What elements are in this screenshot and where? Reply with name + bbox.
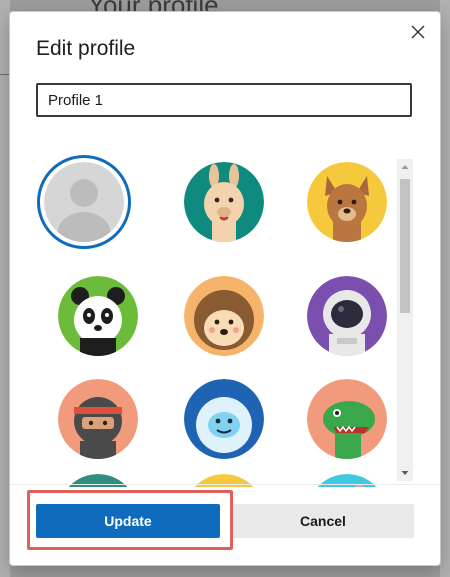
profile-name-input[interactable]: [36, 83, 412, 117]
background-panel-right: [440, 0, 450, 577]
avatar-panda[interactable]: [58, 276, 138, 356]
avatar-default-person[interactable]: [44, 162, 124, 242]
scrollbar-thumb[interactable]: [400, 179, 410, 313]
scroll-up-button[interactable]: [397, 159, 413, 175]
footer-divider: [10, 484, 440, 485]
cancel-button[interactable]: Cancel: [232, 504, 414, 538]
avatar-astronaut[interactable]: [307, 276, 387, 356]
edit-profile-dialog: Edit profile Profile 1 Update Cancel: [10, 12, 440, 565]
avatar-dog[interactable]: [307, 162, 387, 242]
avatar-llama[interactable]: [184, 162, 264, 242]
avatar-ninja[interactable]: [58, 379, 138, 459]
avatar-yeti[interactable]: [184, 379, 264, 459]
caret-up-icon: [401, 165, 409, 169]
avatar-cyan-partial[interactable]: [307, 474, 387, 487]
close-button[interactable]: [406, 20, 430, 44]
scroll-down-button[interactable]: [397, 465, 413, 481]
avatar-grid: [34, 152, 414, 487]
avatar-hedgehog[interactable]: [184, 276, 264, 356]
update-button-highlight: [27, 490, 233, 550]
avatar-dinosaur[interactable]: [307, 379, 387, 459]
avatar-scrollbar[interactable]: [397, 159, 413, 481]
close-icon: [411, 25, 425, 39]
avatar-teal-partial[interactable]: [58, 474, 138, 487]
dialog-title: Edit profile: [36, 37, 136, 60]
avatar-yellow-partial[interactable]: [184, 474, 264, 487]
caret-down-icon: [401, 471, 409, 475]
background-panel-left: [0, 0, 10, 577]
